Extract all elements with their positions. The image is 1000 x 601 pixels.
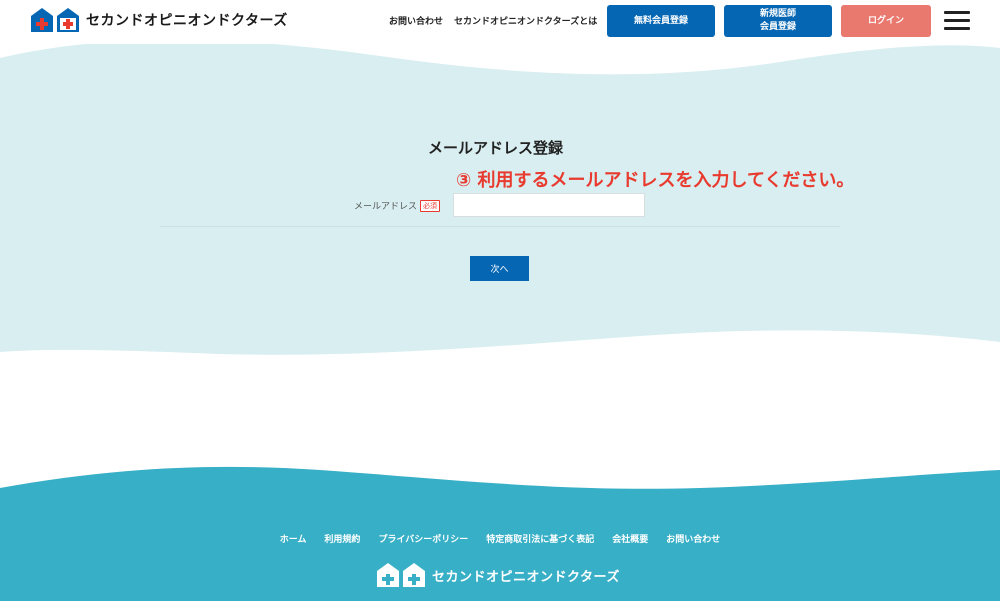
nav-contact-link[interactable]: お問い合わせ (389, 14, 443, 27)
form-divider (160, 226, 840, 227)
login-button[interactable]: ログイン (841, 5, 931, 37)
footer-logo[interactable]: セカンドオピニオンドクターズ (376, 562, 620, 588)
site-logo[interactable]: セカンドオピニオンドクターズ (30, 7, 288, 33)
footer-link-commerce-law[interactable]: 特定商取引法に基づく表記 (486, 532, 594, 545)
email-field-label: メールアドレス 必須 (354, 199, 441, 212)
instruction-annotation: ③ 利用するメールアドレスを入力してください。 (456, 170, 855, 191)
email-label-text: メールアドレス (354, 202, 418, 212)
logo-mark (30, 7, 80, 33)
house-cross-blue-icon (56, 7, 80, 33)
doctor-register-button[interactable]: 新規医師 会員登録 (724, 5, 832, 37)
footer-link-contact[interactable]: お問い合わせ (666, 532, 720, 545)
login-label: ログイン (867, 15, 904, 26)
free-register-label: 無料会員登録 (633, 15, 688, 26)
footer-nav: ホーム 利用規約 プライバシーポリシー 特定商取引法に基づく表記 会社概要 お問… (0, 532, 1000, 545)
doctor-register-label-line2: 会員登録 (759, 22, 796, 32)
hamburger-menu-icon[interactable] (944, 11, 970, 31)
footer-link-terms[interactable]: 利用規約 (324, 532, 360, 545)
footer-link-privacy[interactable]: プライバシーポリシー (378, 532, 468, 545)
footer-logo-text: セカンドオピニオンドクターズ (432, 569, 620, 585)
free-register-button[interactable]: 無料会員登録 (607, 5, 715, 37)
wave-background (0, 39, 1000, 601)
nav-about-link[interactable]: セカンドオピニオンドクターズとは (454, 14, 597, 27)
house-cross-white-icon (376, 562, 400, 588)
house-cross-white-icon (402, 562, 426, 588)
next-button[interactable]: 次へ (470, 256, 529, 281)
footer-link-company[interactable]: 会社概要 (612, 532, 648, 545)
logo-text: セカンドオピニオンドクターズ (86, 13, 288, 29)
required-badge: 必須 (420, 199, 441, 212)
footer-link-home[interactable]: ホーム (280, 532, 307, 545)
doctor-register-label-line1: 新規医師 (759, 9, 796, 19)
footer-logo-mark (376, 562, 426, 588)
house-cross-red-icon (30, 7, 54, 33)
page-title: メールアドレス登録 (428, 139, 564, 157)
site-header: セカンドオピニオンドクターズ お問い合わせ セカンドオピニオンドクターズとは 無… (0, 0, 1000, 44)
email-input[interactable] (453, 193, 645, 217)
